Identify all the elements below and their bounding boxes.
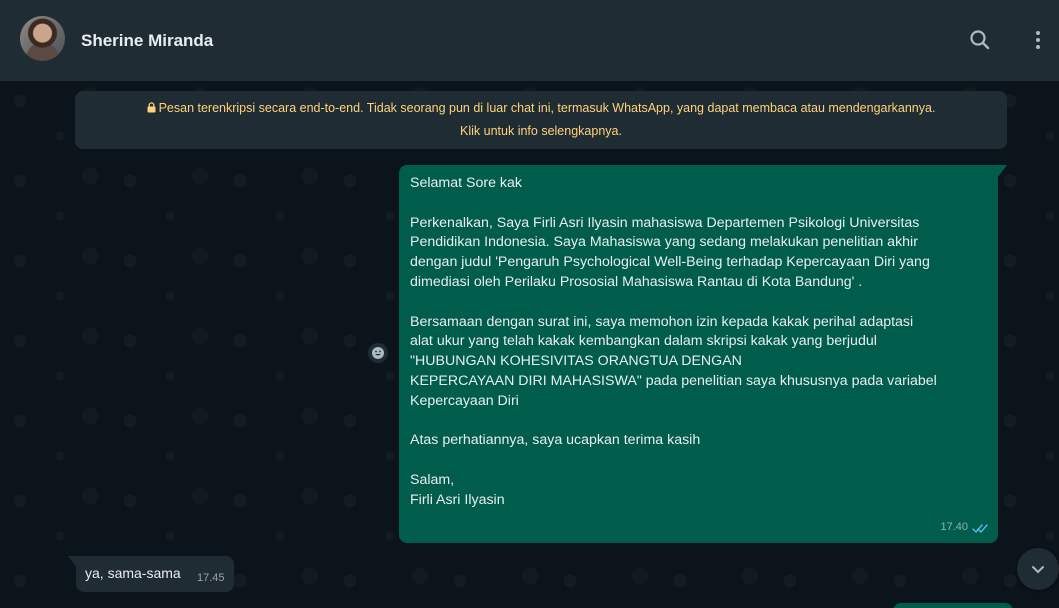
encryption-notice-text: Pesan terenkripsi secara end-to-end. Tid… (158, 101, 936, 115)
message-line: Perkenalkan, Saya Firli Asri Ilyasin mah… (410, 214, 920, 231)
incoming-message-text: ya, sama-sama (85, 565, 181, 581)
emoji-reaction-button[interactable] (368, 343, 388, 363)
chevron-down-icon (1032, 566, 1044, 574)
message-line: dimediasi oleh Perilaku Prososial Mahasi… (410, 273, 863, 290)
encryption-notice-line-1: Pesan terenkripsi secara end-to-end. Tid… (75, 97, 1007, 120)
message-line: Bersamaan dengan surat ini, saya memohon… (410, 313, 914, 330)
message-line: Pendidikan Indonesia. Saya Mahasiswa yan… (410, 234, 918, 251)
menu-icon[interactable] (1024, 26, 1052, 54)
search-icon[interactable] (966, 26, 994, 54)
encryption-notice[interactable]: Pesan terenkripsi secara end-to-end. Tid… (75, 91, 1007, 149)
incoming-message[interactable]: ya, sama-sama 17.45 (76, 556, 234, 592)
smiley-icon (372, 347, 384, 359)
message-line: Atas perhatiannya, saya ucapkan terima k… (410, 432, 701, 449)
message-line (410, 412, 988, 432)
outgoing-message-text: Selamat Sore kak Perkenalkan, Saya Firli… (410, 174, 988, 511)
message-line: alat ukur yang telah kakak kembangkan da… (410, 333, 877, 350)
message-line: Kepercayaan Diri (410, 392, 519, 409)
message-line: dengan judul 'Pengaruh Psychological Wel… (410, 254, 930, 271)
contact-avatar[interactable] (20, 16, 65, 61)
message-line (410, 293, 988, 313)
outgoing-message[interactable]: Selamat Sore kak Perkenalkan, Saya Firli… (399, 165, 998, 543)
chat-header: Sherine Miranda (0, 0, 1059, 81)
double-check-icon (972, 523, 988, 533)
outgoing-bubble-tail (998, 165, 1007, 177)
message-time: 17.40 (940, 521, 968, 534)
message-line: KEPERCAYAAN DIRI MAHASISWA" pada penelit… (410, 372, 937, 389)
message-line (410, 194, 988, 214)
message-time: 17.45 (197, 572, 225, 584)
lock-icon (147, 102, 156, 113)
message-line: Firli Asri Ilyasin (410, 491, 505, 508)
scroll-to-bottom-button[interactable] (1017, 548, 1059, 590)
encryption-info-link[interactable]: Klik untuk info selengkapnya. (75, 120, 1007, 143)
outgoing-message-meta: 17.40 (940, 518, 988, 538)
chat-pane[interactable]: Pesan terenkripsi secara end-to-end. Tid… (0, 81, 1059, 608)
message-line (410, 451, 988, 471)
message-line: Salam, (410, 471, 455, 488)
message-line: "HUBUNGAN KOHESIVITAS ORANGTUA DENGAN (410, 353, 742, 370)
contact-name[interactable]: Sherine Miranda (81, 31, 213, 51)
partial-outgoing-message (893, 603, 1013, 608)
message-line: Selamat Sore kak (410, 175, 522, 191)
